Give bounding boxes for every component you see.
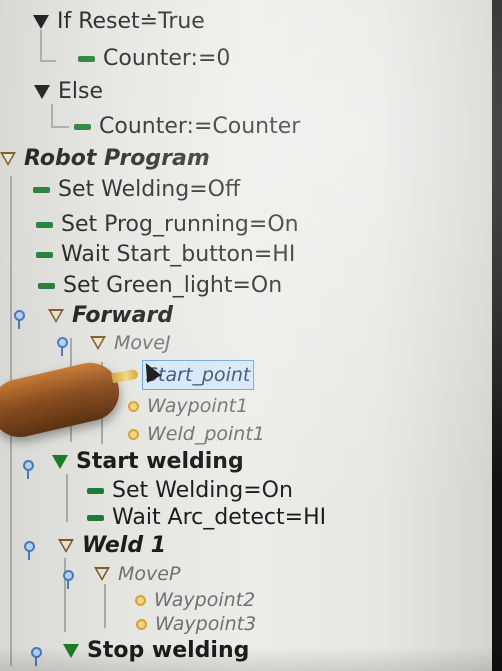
collapse-triangle-icon[interactable] bbox=[34, 85, 50, 99]
collapse-triangle-icon[interactable] bbox=[58, 539, 74, 553]
waypoint-icon bbox=[135, 594, 146, 606]
tree-node-label: If Reset≐True bbox=[57, 9, 205, 34]
tree-node-start-welding[interactable]: Start welding bbox=[52, 448, 244, 476]
tree-node-wait-start-button[interactable]: Wait Start_button=HI bbox=[36, 241, 295, 269]
tree-node-label: Set Welding=Off bbox=[58, 177, 241, 202]
waypoint-icon bbox=[136, 618, 147, 630]
tree-node-if-counter[interactable]: Counter:=0 bbox=[78, 45, 230, 73]
tree-node-weld1[interactable]: Weld 1 bbox=[58, 532, 166, 560]
program-tree: If Reset≐True Counter:=0 Else Counter:=C… bbox=[0, 0, 502, 671]
tree-node-movej[interactable]: MoveJ bbox=[90, 329, 171, 357]
command-icon bbox=[38, 283, 55, 289]
tree-node-label: Weld_point1 bbox=[147, 423, 265, 445]
pin-icon bbox=[13, 310, 25, 330]
collapse-triangle-icon[interactable] bbox=[94, 567, 110, 581]
collapse-triangle-icon[interactable] bbox=[48, 309, 64, 323]
program-tree-screen: If Reset≐True Counter:=0 Else Counter:=C… bbox=[0, 0, 502, 671]
tree-node-set-prog-running-on[interactable]: Set Prog_running=On bbox=[36, 211, 299, 239]
tree-node-robot-program[interactable]: Robot Program bbox=[0, 145, 210, 173]
tree-node-label: Counter:=0 bbox=[103, 46, 231, 71]
tree-node-label: Forward bbox=[72, 303, 174, 328]
tree-node-set-welding-off[interactable]: Set Welding=Off bbox=[33, 176, 240, 204]
tree-node-waypoint1[interactable]: Waypoint1 bbox=[128, 392, 248, 420]
screen-bezel bbox=[492, 0, 502, 671]
tree-node-set-welding-on[interactable]: Set Welding=On bbox=[87, 477, 293, 505]
tree-node-set-green-light-on[interactable]: Set Green_light=On bbox=[38, 272, 282, 300]
pin-icon bbox=[23, 541, 35, 561]
tree-node-label: Counter:=Counter bbox=[99, 114, 301, 139]
command-icon bbox=[36, 222, 53, 228]
tree-node-label: Set Welding=On bbox=[112, 478, 293, 503]
waypoint-icon bbox=[128, 400, 139, 412]
pin-icon bbox=[56, 337, 68, 357]
tree-node-label: Set Green_light=On bbox=[63, 273, 283, 298]
tree-connector-movep bbox=[104, 584, 106, 628]
tree-node-label: Wait Start_button=HI bbox=[61, 242, 296, 267]
command-icon bbox=[33, 187, 50, 193]
tree-connector-else-2 bbox=[51, 126, 69, 128]
command-icon bbox=[36, 252, 53, 258]
tree-connector-start-welding bbox=[66, 474, 68, 522]
tree-node-label: Start welding bbox=[76, 449, 244, 474]
tree-node-label: Else bbox=[58, 79, 104, 104]
tree-connector-else-1 bbox=[51, 104, 53, 128]
tree-node-label: Wait Arc_detect=HI bbox=[112, 505, 327, 530]
tree-node-else[interactable]: Else bbox=[34, 78, 103, 106]
collapse-triangle-icon[interactable] bbox=[0, 152, 16, 166]
tree-node-waypoint3[interactable]: Waypoint3 bbox=[136, 610, 256, 638]
waypoint-icon bbox=[128, 428, 139, 440]
tree-node-label: Weld 1 bbox=[82, 533, 167, 558]
collapse-triangle-icon[interactable] bbox=[33, 15, 49, 29]
tree-connector-if-2 bbox=[40, 60, 56, 62]
tree-node-if-reset[interactable]: If Reset≐True bbox=[33, 8, 205, 36]
command-icon bbox=[74, 124, 91, 130]
tree-node-movep[interactable]: MoveP bbox=[94, 560, 180, 588]
tree-node-label: Robot Program bbox=[24, 146, 210, 171]
tree-node-weld-point1[interactable]: Weld_point1 bbox=[128, 420, 265, 448]
bottom-shadow bbox=[0, 647, 502, 671]
pin-icon bbox=[22, 460, 34, 480]
tree-connector-forward bbox=[70, 338, 72, 442]
tree-node-label: Set Prog_running=On bbox=[61, 212, 299, 237]
tree-node-wait-arc-detect[interactable]: Wait Arc_detect=HI bbox=[87, 504, 326, 532]
command-icon bbox=[87, 488, 104, 494]
command-icon bbox=[78, 56, 95, 62]
command-icon bbox=[87, 515, 104, 521]
tree-connector-movej bbox=[101, 362, 103, 444]
tree-node-label: Waypoint1 bbox=[147, 395, 249, 417]
collapse-triangle-icon[interactable] bbox=[90, 336, 106, 350]
collapse-triangle-icon[interactable] bbox=[52, 455, 68, 469]
tree-node-forward[interactable]: Forward bbox=[48, 302, 173, 330]
tree-node-label: MoveJ bbox=[114, 332, 171, 354]
pin-icon bbox=[62, 570, 74, 590]
tree-node-else-counter[interactable]: Counter:=Counter bbox=[74, 113, 300, 141]
tree-connector-program bbox=[10, 176, 12, 666]
tree-node-label: Waypoint3 bbox=[155, 613, 257, 635]
tree-node-label: MoveP bbox=[118, 563, 181, 585]
